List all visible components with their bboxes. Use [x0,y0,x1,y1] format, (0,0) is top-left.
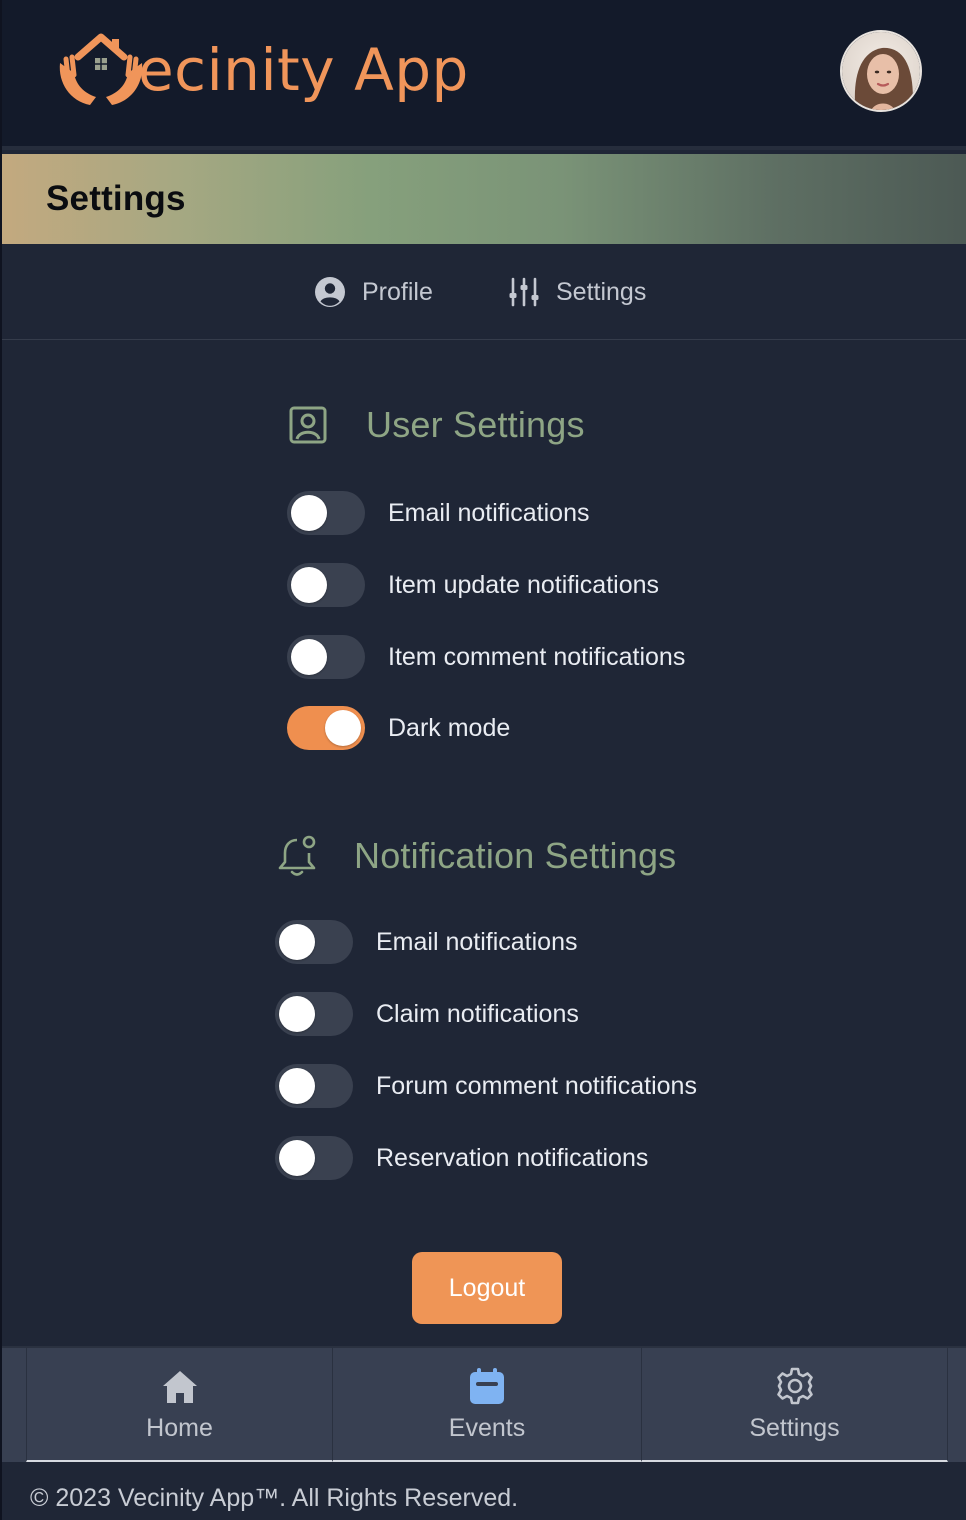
brand[interactable]: ecinity App [56,28,469,118]
item-update-notifications-label: Item update notifications [388,570,659,599]
top-header: ecinity App [2,0,966,150]
user-settings-header: User Settings [288,404,585,446]
notification-settings-title: Notification Settings [354,835,677,876]
forum-comment-notifications-toggle[interactable] [275,1064,353,1108]
notification-settings-header: Notification Settings [276,834,676,878]
user-square-icon [288,405,328,445]
gear-icon [776,1367,813,1405]
toggle-row-notif-email-notifications: Email notifications [275,920,577,964]
item-comment-notifications-label: Item comment notifications [388,642,686,671]
user-email-notifications-toggle[interactable] [287,491,365,535]
notif-email-notifications-toggle[interactable] [275,920,353,964]
nav-home-label: Home [146,1414,213,1442]
toggle-row-claim-notifications: Claim notifications [275,992,579,1036]
calendar-icon [470,1368,504,1404]
user-settings-title: User Settings [366,404,585,445]
reservation-notifications-toggle[interactable] [275,1136,353,1180]
claim-notifications-toggle[interactable] [275,992,353,1036]
forum-comment-notifications-label: Forum comment notifications [376,1071,697,1100]
page-title: Settings [46,179,186,218]
user-avatar[interactable] [840,30,922,112]
toggle-knob [279,1140,315,1176]
dark-mode-label: Dark mode [388,713,511,742]
dark-mode-toggle[interactable] [287,706,365,750]
tab-profile[interactable]: Profile [314,272,433,312]
toggle-row-forum-comment-notifications: Forum comment notifications [275,1064,697,1108]
user-email-notifications-label: Email notifications [388,498,590,527]
nav-settings[interactable]: Settings [642,1348,948,1462]
footer: © 2023 Vecinity App™. All Rights Reserve… [2,1462,966,1520]
page-title-banner: Settings [2,154,966,244]
toggle-knob [279,924,315,960]
toggle-knob [279,996,315,1032]
copyright-text: © 2023 Vecinity App™. All Rights Reserve… [30,1484,519,1512]
notif-email-notifications-label: Email notifications [376,927,578,956]
toggle-row-item-update-notifications: Item update notifications [287,563,659,607]
bottom-nav: Home Events Settings [2,1346,966,1462]
logout-button[interactable]: Logout [412,1252,562,1324]
brand-name: ecinity App [138,36,469,104]
bell-icon [276,834,318,878]
sliders-icon [508,276,540,308]
item-update-notifications-toggle[interactable] [287,563,365,607]
user-circle-icon [314,276,346,308]
settings-tabs: Profile Settings [2,244,966,340]
toggle-knob [291,495,327,531]
toggle-row-reservation-notifications: Reservation notifications [275,1136,648,1180]
reservation-notifications-label: Reservation notifications [376,1143,649,1172]
app-frame: ecinity App Settings Profile Settings Us… [0,0,966,1520]
toggle-row-dark-mode: Dark mode [287,706,510,750]
nav-events-label: Events [448,1414,526,1442]
nav-settings-label: Settings [749,1414,840,1442]
home-icon [162,1371,197,1403]
tab-profile-label: Profile [362,277,433,306]
toggle-knob [325,710,361,746]
nav-events[interactable]: Events [333,1348,642,1462]
tab-settings[interactable]: Settings [508,272,646,312]
house-in-hands-icon [56,33,146,113]
toggle-knob [291,639,327,675]
nav-home[interactable]: Home [26,1348,333,1462]
toggle-knob [291,567,327,603]
claim-notifications-label: Claim notifications [376,999,579,1028]
item-comment-notifications-toggle[interactable] [287,635,365,679]
toggle-knob [279,1068,315,1104]
toggle-row-user-email-notifications: Email notifications [287,491,589,535]
toggle-row-item-comment-notifications: Item comment notifications [287,635,685,679]
tab-settings-label: Settings [556,277,647,306]
